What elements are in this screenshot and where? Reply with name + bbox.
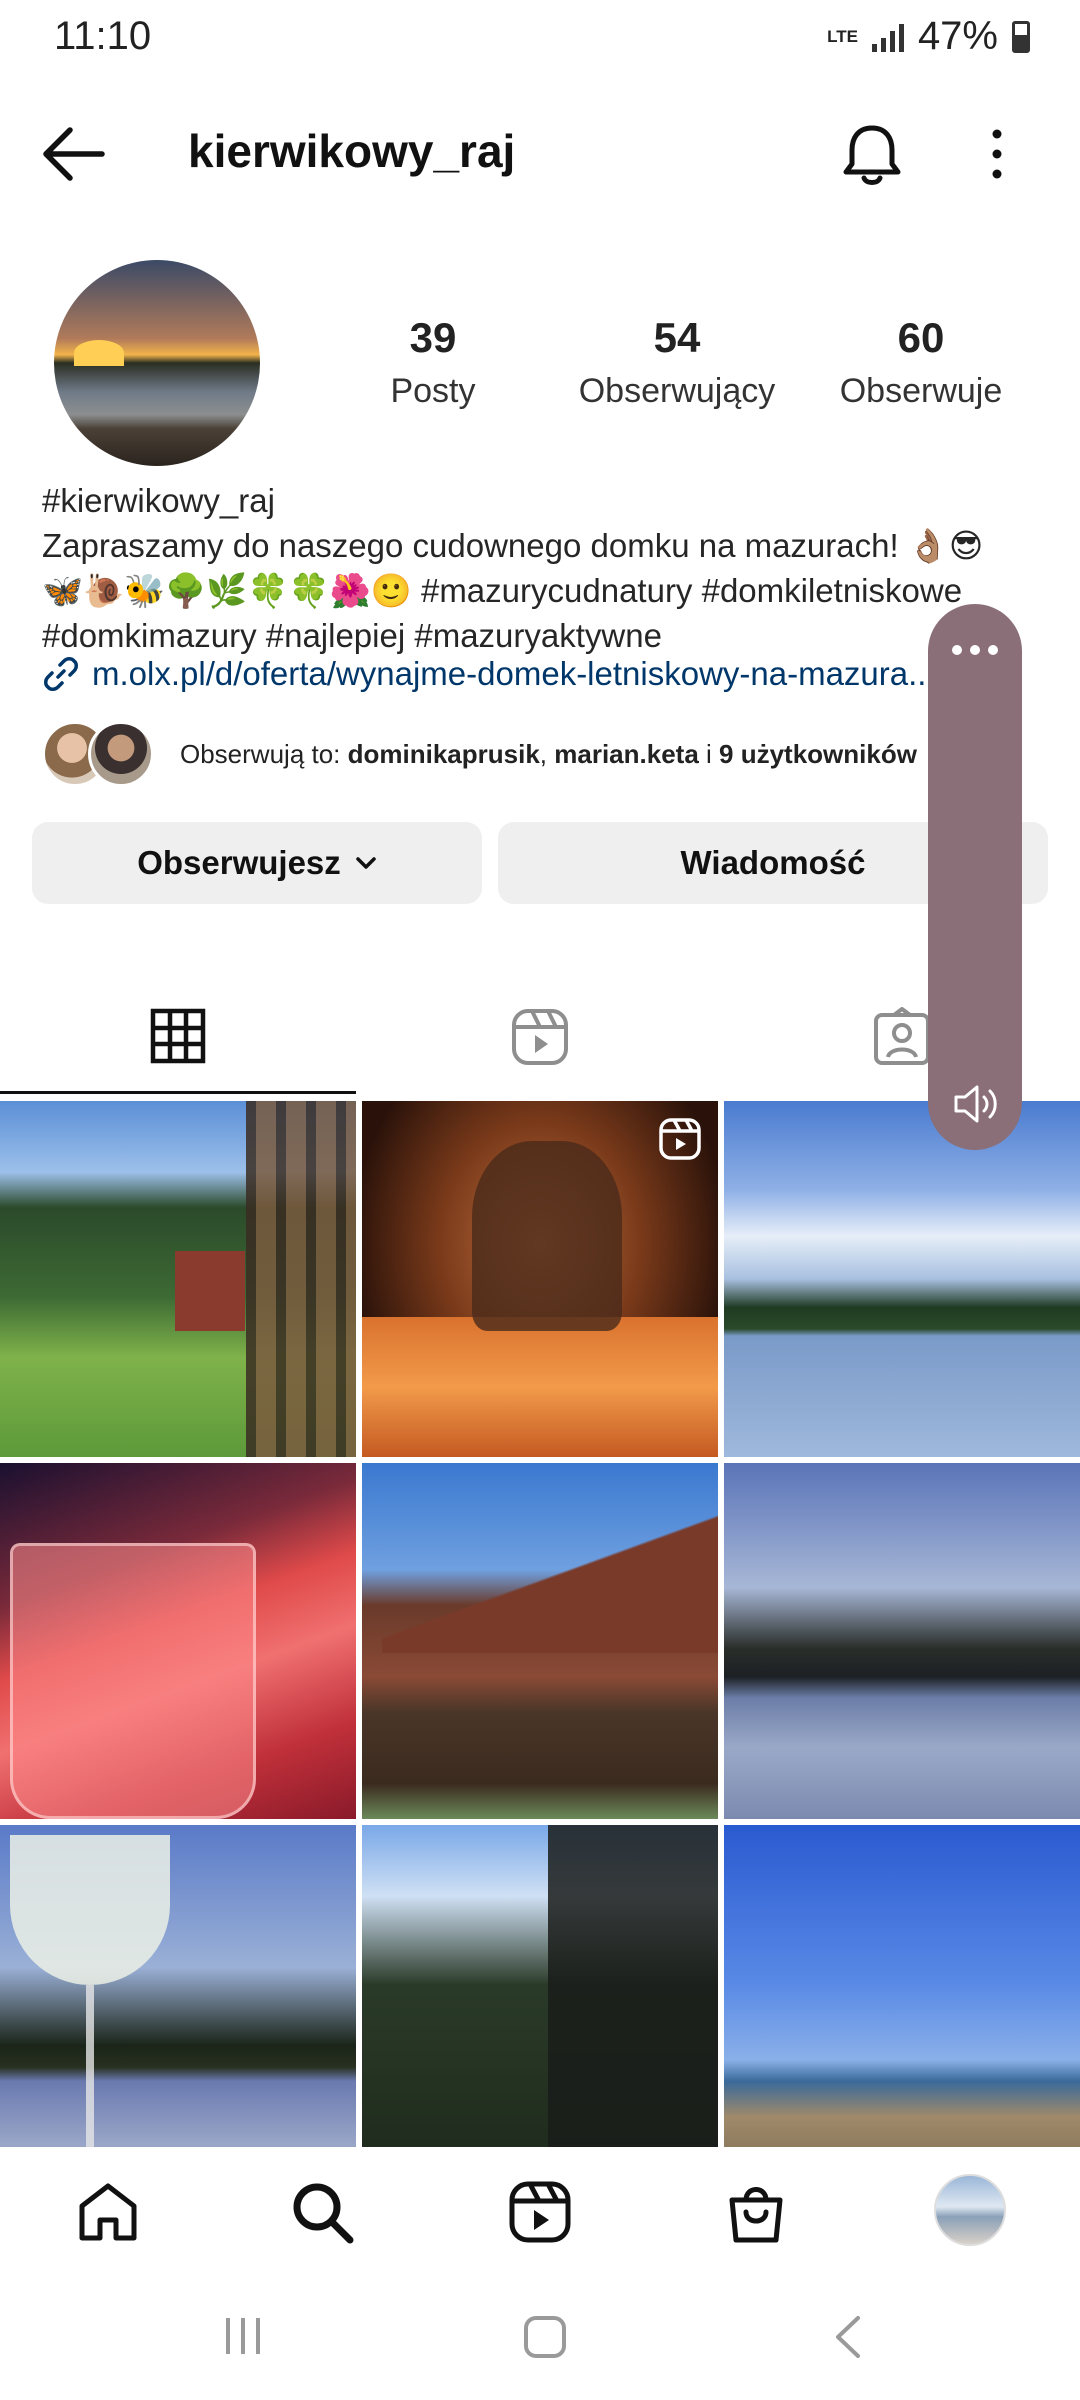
profile-avatar-nav[interactable]: [934, 2174, 1006, 2246]
profile-header: kierwikowy_raj: [0, 100, 1080, 210]
mutual-avatar: [88, 721, 154, 787]
posts-grid: [0, 1101, 1080, 2147]
bio-link[interactable]: m.olx.pl/d/oferta/wynajme-domek-letnisko…: [42, 652, 1042, 696]
post-thumbnail[interactable]: [724, 1101, 1080, 1457]
grid-icon: [150, 1008, 206, 1063]
post-thumbnail[interactable]: [0, 1825, 356, 2147]
home-button-icon[interactable]: [524, 2316, 566, 2358]
status-time: 11:10: [54, 14, 152, 58]
posts-count[interactable]: 39 Posty: [380, 314, 486, 411]
link-icon: [44, 657, 78, 691]
followers-value: 54: [653, 314, 701, 361]
floating-media-panel[interactable]: [928, 604, 1022, 1150]
battery-icon: [1012, 20, 1030, 53]
reels-icon: [512, 1009, 568, 1065]
reel-badge-icon: [659, 1118, 701, 1160]
post-thumbnail[interactable]: [724, 1463, 1080, 1819]
post-thumbnail[interactable]: [724, 1825, 1080, 2147]
reels-icon[interactable]: [508, 2180, 572, 2244]
profile-tabs: [0, 980, 1080, 1094]
search-icon[interactable]: [290, 2180, 354, 2244]
home-icon[interactable]: [76, 2180, 140, 2244]
back-arrow-icon[interactable]: [40, 124, 106, 184]
post-thumbnail[interactable]: [362, 1463, 718, 1819]
bio-link-text[interactable]: m.olx.pl/d/oferta/wynajme-domek-letnisko…: [92, 655, 936, 693]
following-button[interactable]: Obserwujesz: [32, 822, 482, 904]
tab-tagged[interactable]: [724, 980, 1080, 1094]
tagged-person-icon: [874, 1007, 930, 1065]
profile-avatar[interactable]: [54, 260, 260, 466]
status-bar: 11:10 LTE 47%: [0, 0, 1080, 78]
mutual-conjunction: i: [698, 738, 720, 769]
bio-line-2: 🦋🐌🐝🌳🌿🍀🍀🌺🙂 #mazurycudnatury #domkiletnisk…: [42, 572, 963, 609]
tab-reels[interactable]: [362, 980, 718, 1094]
volume-icon[interactable]: [952, 1082, 1000, 1126]
bio-name: #kierwikowy_raj: [42, 482, 275, 519]
status-icons: LTE 47%: [827, 14, 1030, 59]
network-type: LTE: [827, 26, 858, 46]
following-button-label: Obserwujesz: [137, 844, 341, 881]
mutual-prefix: Obserwują to:: [180, 738, 348, 769]
post-thumbnail[interactable]: [362, 1825, 718, 2147]
mutual-followers-text: Obserwują to: dominikaprusik, marian.ket…: [180, 739, 917, 770]
post-thumbnail[interactable]: [0, 1463, 356, 1819]
message-button-label: Wiadomość: [680, 844, 866, 881]
profile-bio: #kierwikowy_raj Zapraszamy do naszego cu…: [42, 478, 1042, 658]
bell-icon[interactable]: [838, 120, 906, 190]
more-options-icon[interactable]: [982, 124, 1012, 184]
tab-grid[interactable]: [0, 980, 356, 1094]
battery-percent: 47%: [917, 14, 998, 58]
following-label: Obserwuje: [839, 372, 1003, 410]
back-chevron-icon[interactable]: [832, 2314, 862, 2360]
signal-icon: [871, 22, 904, 52]
following-value: 60: [897, 314, 945, 361]
following-count[interactable]: 60 Obserwuje: [836, 314, 1006, 411]
chevron-down-icon: [356, 857, 376, 869]
post-thumbnail[interactable]: [0, 1101, 356, 1457]
recent-apps-icon[interactable]: [222, 2316, 264, 2356]
posts-label: Posty: [390, 372, 476, 410]
bio-line-1: Zapraszamy do naszego cudownego domku na…: [42, 527, 984, 564]
more-horizontal-icon[interactable]: [951, 644, 999, 656]
profile-username: kierwikowy_raj: [188, 125, 516, 177]
bottom-navigation: [0, 2148, 1080, 2274]
mutual-others: 9 użytkowników: [719, 738, 917, 769]
post-thumbnail[interactable]: [362, 1101, 718, 1457]
mutual-followers[interactable]: Obserwują to: dominikaprusik, marian.ket…: [42, 718, 1042, 790]
followers-label: Obserwujący: [578, 372, 776, 410]
system-navigation: [0, 2274, 1080, 2400]
shopping-bag-icon[interactable]: [724, 2180, 788, 2244]
mutual-user-2: marian.keta: [554, 738, 699, 769]
posts-value: 39: [409, 314, 457, 361]
mutual-separator: ,: [539, 738, 555, 769]
followers-count[interactable]: 54 Obserwujący: [574, 314, 780, 411]
mutual-user-1: dominikaprusik: [347, 738, 540, 769]
